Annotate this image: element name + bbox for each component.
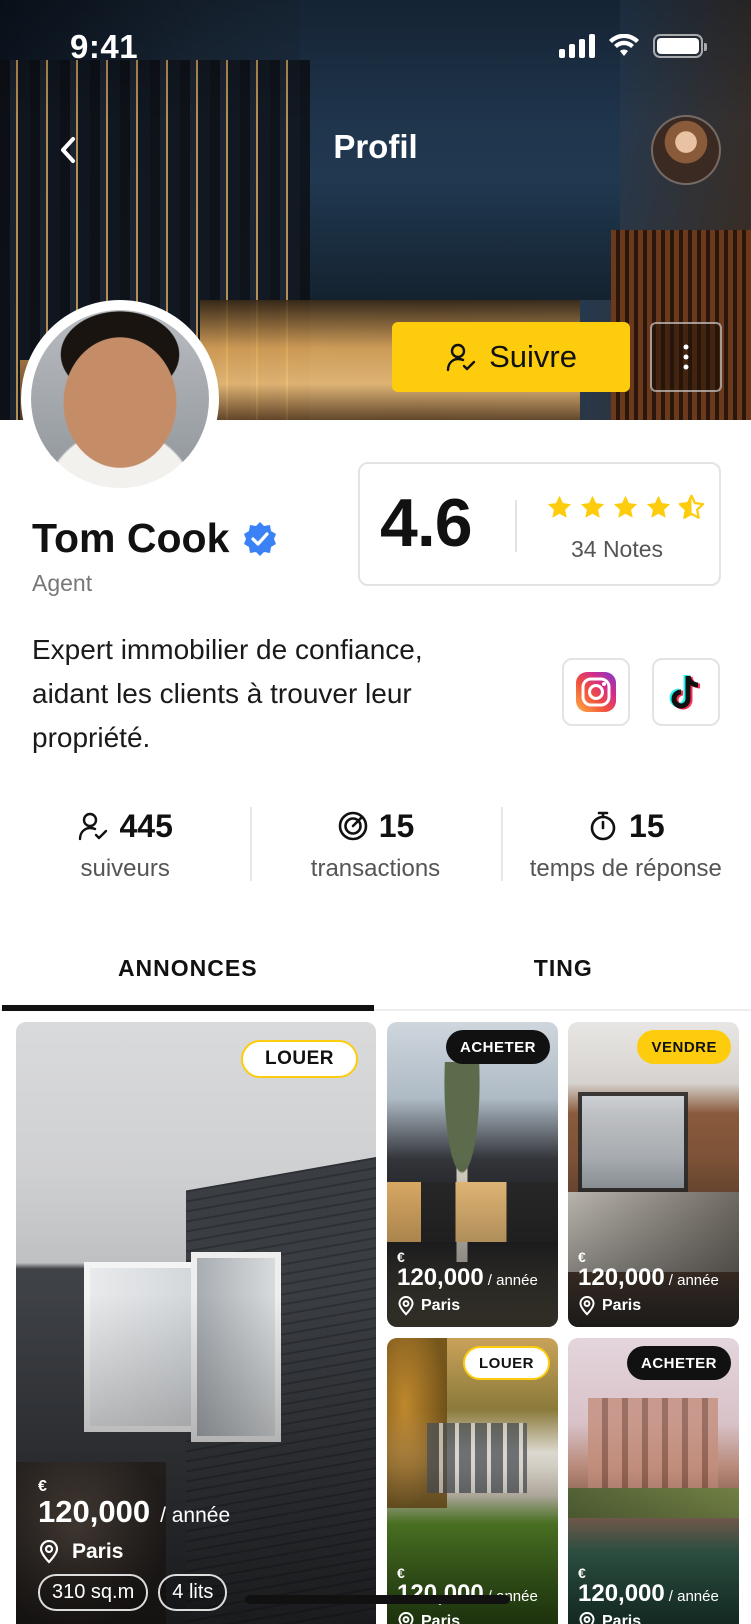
listing-tag: ACHETER	[626, 1346, 731, 1380]
listing-tag: ACHETER	[445, 1030, 550, 1064]
listing-card[interactable]: ACHETER € 120,000/ année Paris	[387, 1022, 558, 1327]
listing-beds-chip: 4 lits	[158, 1574, 228, 1611]
status-bar: 9:41	[0, 0, 751, 100]
verified-badge-icon	[244, 521, 277, 556]
rating-count: 34 Notes	[570, 536, 664, 562]
more-options-button[interactable]	[650, 322, 722, 392]
star-icon	[646, 495, 671, 518]
user-avatar[interactable]	[651, 115, 721, 185]
profile-role: Agent	[32, 570, 93, 596]
location-pin-icon	[579, 1612, 595, 1624]
home-indicator	[245, 1595, 510, 1604]
stat-value: 15	[378, 807, 415, 844]
listing-period: / année	[160, 1504, 231, 1527]
star-icon	[613, 495, 638, 518]
instagram-icon	[576, 672, 616, 712]
tab-annonces[interactable]: ANNONCES	[0, 935, 376, 1011]
stat-followers: 445 suiveurs	[0, 805, 250, 895]
star-icon	[547, 495, 572, 518]
listing-currency: €	[578, 1249, 586, 1265]
rating-card: 4.6 34 Notes	[358, 462, 721, 586]
listing-area-chip: 310 sq.m	[38, 1574, 149, 1611]
user-check-icon	[79, 812, 108, 841]
listing-period: / année	[668, 1272, 719, 1289]
listing-price: 120,000	[397, 1264, 484, 1291]
stat-label: temps de réponse	[529, 855, 722, 882]
listing-currency: €	[578, 1565, 586, 1581]
star-half-icon	[678, 494, 705, 519]
listing-location: Paris	[602, 1613, 642, 1624]
status-time: 9:41	[70, 28, 139, 65]
target-icon	[338, 811, 367, 841]
listing-card[interactable]: LOUER € 120,000/ année Paris	[387, 1338, 558, 1624]
stat-response-time: 15 temps de réponse	[500, 805, 751, 895]
listing-location: Paris	[72, 1540, 124, 1563]
listing-card[interactable]: LOUER € 120,000 / année Paris 310 sq.m 4 …	[16, 1022, 376, 1624]
tab-ting[interactable]: TING	[376, 935, 751, 1009]
location-pin-icon	[398, 1612, 414, 1624]
stopwatch-icon	[590, 811, 616, 841]
stat-value: 445	[119, 807, 173, 844]
follow-button[interactable]: Suivre	[392, 322, 630, 392]
profile-tabs: ANNONCES TING	[0, 935, 751, 1011]
profile-avatar	[21, 300, 219, 498]
more-vertical-icon	[683, 344, 689, 370]
listing-currency: €	[397, 1565, 405, 1581]
profile-name: Tom Cook	[32, 515, 230, 561]
page-title: Profil	[333, 128, 418, 165]
follow-label: Suivre	[489, 339, 577, 374]
listing-price: 120,000	[578, 1264, 665, 1291]
rating-stars	[546, 494, 705, 521]
location-pin-icon	[579, 1296, 595, 1316]
listing-location: Paris	[602, 1297, 642, 1314]
signal-icon	[559, 34, 595, 58]
listing-location: Paris	[421, 1297, 461, 1314]
tiktok-icon	[669, 674, 701, 710]
instagram-button[interactable]	[562, 658, 630, 726]
star-icon	[580, 495, 605, 518]
battery-icon	[653, 34, 707, 58]
stat-transactions: 15 transactions	[250, 805, 500, 895]
wifi-icon	[609, 34, 639, 56]
listing-currency: €	[38, 1478, 47, 1495]
stats-row: 445 suiveurs 15 transactions 15 temps de…	[0, 805, 751, 895]
listing-tag: LOUER	[241, 1040, 358, 1078]
rating-value: 4.6	[380, 485, 473, 561]
listing-period: / année	[487, 1272, 538, 1289]
location-pin-icon	[39, 1540, 59, 1564]
user-check-icon	[446, 343, 476, 372]
listing-currency: €	[397, 1249, 405, 1265]
listing-price: 120,000	[38, 1494, 151, 1529]
listing-location: Paris	[421, 1613, 461, 1624]
listing-price: 120,000	[578, 1580, 665, 1607]
tiktok-button[interactable]	[652, 658, 720, 726]
listing-tag: VENDRE	[637, 1030, 731, 1064]
stat-value: 15	[629, 807, 665, 844]
stat-label: suiveurs	[80, 855, 170, 882]
listing-card[interactable]: VENDRE € 120,000/ année Paris	[568, 1022, 739, 1327]
stat-label: transactions	[310, 855, 441, 882]
listing-tag: LOUER	[463, 1346, 550, 1380]
profile-bio: Expert immobilier de confiance, aidant l…	[32, 634, 423, 753]
listing-card[interactable]: ACHETER € 120,000/ année Paris	[568, 1338, 739, 1624]
listing-period: / année	[668, 1588, 719, 1605]
location-pin-icon	[398, 1296, 414, 1316]
